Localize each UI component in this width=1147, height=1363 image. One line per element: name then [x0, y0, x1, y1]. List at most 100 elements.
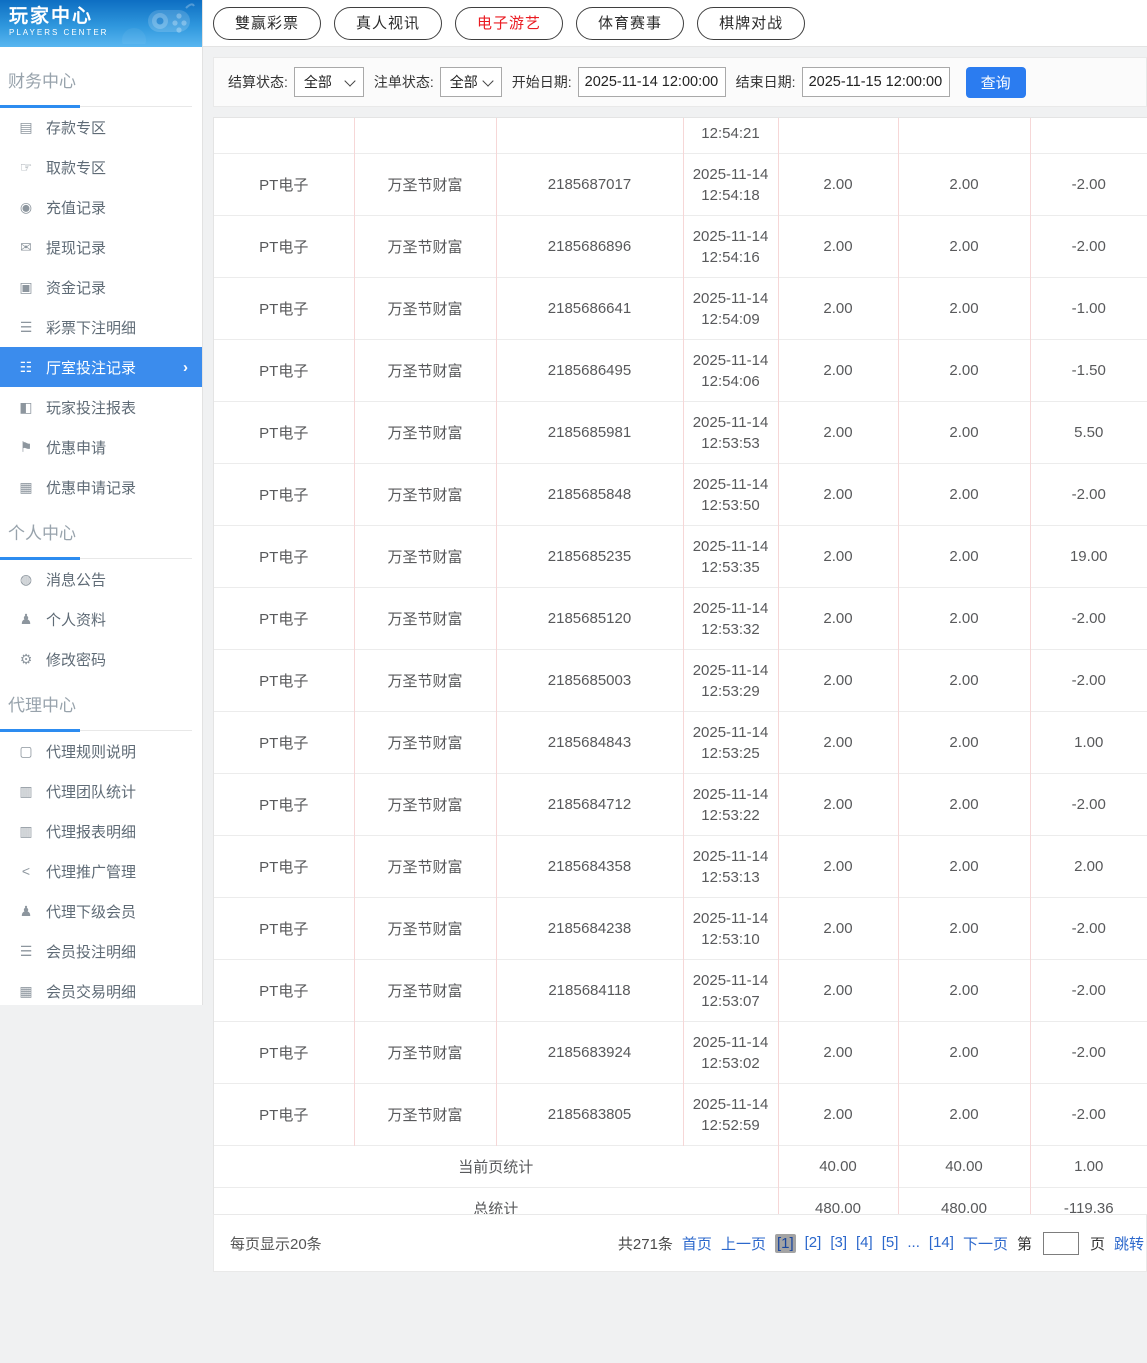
table-row: PT电子 万圣节财富 2185685003 2025-11-14 12:53:29 2.0…	[214, 649, 1147, 712]
sidebar-item-agent-report-details[interactable]: ▥ 代理报表明细	[0, 811, 202, 851]
bet-time-cell: 2025-11-14 12:53:07	[682, 959, 778, 1022]
valid-amount-cell: 2.00	[897, 897, 1030, 960]
end-date-input[interactable]	[801, 67, 950, 97]
bet-amount-cell: 2.00	[777, 401, 898, 464]
sidebar-item-promo-apply-records[interactable]: ▦ 优惠申请记录	[0, 467, 202, 507]
jump-prefix-label: 第	[1016, 1235, 1032, 1253]
game-type-cell: PT电子	[214, 401, 354, 464]
game-name-cell: 万圣节财富	[353, 339, 496, 402]
bet-time-cell: 2025-11-14 12:53:50	[682, 463, 778, 526]
funds-icon: ▣	[19, 278, 33, 295]
bet-time-line: 12:54:09	[701, 310, 760, 328]
bet-time-line: 12:53:07	[701, 992, 760, 1010]
sidebar-item-agent-sub-members[interactable]: ♟ 代理下级会员	[0, 891, 202, 931]
table-row: PT电子 万圣节财富 2185683924 2025-11-14 12:53:02 2.0…	[214, 1021, 1147, 1084]
user-icon: ♟	[19, 610, 33, 627]
sidebar-item-agent-rules[interactable]: ▢ 代理规则说明	[0, 731, 202, 771]
order-status-value: 全部	[449, 74, 478, 90]
bet-date-line: 2025-11-14	[692, 413, 769, 431]
tab-sports[interactable]: 体育赛事	[576, 6, 685, 40]
bet-time-line: 12:54:16	[701, 248, 760, 266]
page-link-5[interactable]: [5]	[882, 1234, 899, 1253]
bet-amount-cell: 2.00	[777, 711, 898, 774]
share-icon: <	[21, 863, 31, 879]
chevron-down-icon	[344, 74, 356, 87]
lottery-list-icon: ☰	[19, 318, 33, 335]
page-link-2[interactable]: [2]	[805, 1234, 822, 1253]
sidebar-item-profile[interactable]: ♟ 个人资料	[0, 599, 202, 639]
bet-time-line: 12:53:25	[701, 744, 760, 762]
per-page-label: 每页显示20条	[230, 1235, 322, 1253]
page-link-14[interactable]: [14]	[929, 1234, 954, 1253]
jump-button[interactable]: 跳转	[1114, 1233, 1144, 1254]
winloss-cell: -2.00	[1029, 587, 1147, 650]
sidebar-item-hall-bet-records[interactable]: ☷ 厅室投注记录 ›	[0, 347, 202, 387]
tab-board-games[interactable]: 棋牌对战	[697, 6, 806, 40]
order-status-select[interactable]: 全部	[439, 67, 502, 97]
sidebar-item-label: 彩票下注明细	[46, 319, 137, 337]
sidebar-item-member-transaction-details[interactable]: ▦ 会员交易明细	[0, 971, 202, 1011]
query-button[interactable]: 查询	[965, 66, 1026, 98]
brand-header: 玩家中心 PLAYERS CENTER	[0, 0, 202, 47]
summary-valid-cell: 40.00	[897, 1145, 1030, 1188]
sidebar-item-promo-apply[interactable]: ⚑ 优惠申请	[0, 427, 202, 467]
sidebar-item-lottery-bet-details[interactable]: ☰ 彩票下注明细	[0, 307, 202, 347]
page-number-links: [1] [2] [3] [4] [5]... [14]	[774, 1233, 954, 1253]
page-link-3[interactable]: [3]	[830, 1234, 847, 1253]
tab-electronic-games[interactable]: 电子游艺	[455, 6, 564, 40]
start-date-label: 开始日期:	[511, 74, 572, 90]
valid-amount-cell: 2.00	[897, 463, 1030, 526]
sidebar-item-messages[interactable]: ◍ 消息公告	[0, 559, 202, 599]
bet-date-line: 2025-11-14	[692, 1095, 769, 1113]
sidebar-item-deposit-zone[interactable]: ▤ 存款专区	[0, 107, 202, 147]
sidebar-item-withdrawal-records[interactable]: ✉ 提现记录	[0, 227, 202, 267]
winloss-cell: 5.50	[1029, 401, 1147, 464]
hall-bet-list-icon: ☷	[19, 358, 33, 375]
bet-time-cell: 2025-11-14 12:53:02	[682, 1021, 778, 1084]
table-row: PT电子 万圣节财富 2185684238 2025-11-14 12:53:10 2.0…	[214, 897, 1147, 960]
sidebar-item-agent-team-stats[interactable]: ▥ 代理团队统计	[0, 771, 202, 811]
settle-status-select[interactable]: 全部	[293, 67, 364, 97]
bet-records-table-card: 12:54:21 PT电子 万圣节财富 2185687017 2025-11-14 12:…	[213, 117, 1147, 1230]
winloss-cell: 2.00	[1029, 835, 1147, 898]
bet-time-cell: 12:54:21	[682, 118, 778, 154]
winloss-cell	[1029, 118, 1147, 154]
pagination-bar: 每页显示20条 共271条 首页 上一页 [1] [2] [3] [4] [5]...[…	[213, 1214, 1147, 1272]
next-page-link[interactable]: 下一页	[963, 1233, 1008, 1254]
bet-time-line: 12:54:21	[701, 125, 760, 142]
table-row: PT电子 万圣节财富 2185684843 2025-11-14 12:53:25 2.0…	[214, 711, 1147, 774]
tab-live-video[interactable]: 真人视讯	[334, 6, 443, 40]
game-name-cell: 万圣节财富	[353, 835, 496, 898]
page-link-1[interactable]: [1]	[774, 1233, 796, 1253]
page-link-4[interactable]: [4]	[856, 1234, 873, 1253]
sidebar-item-label: 优惠申请记录	[46, 479, 137, 497]
start-date-input[interactable]	[577, 67, 726, 97]
bet-time-line: 12:53:22	[701, 806, 760, 824]
bet-amount-cell: 2.00	[777, 959, 898, 1022]
sidebar-item-change-password[interactable]: ⚙ 修改密码	[0, 639, 202, 679]
bet-amount-cell: 2.00	[777, 153, 898, 216]
sidebar-item-label: 代理推广管理	[46, 863, 137, 881]
bet-amount-cell: 2.00	[777, 277, 898, 340]
jump-page-input[interactable]	[1042, 1231, 1079, 1255]
tab-shuangying-lottery[interactable]: 雙赢彩票	[213, 6, 322, 40]
moneybag-icon: ◉	[19, 198, 33, 215]
transaction-icon: ▦	[19, 982, 33, 999]
bet-amount-cell: 2.00	[777, 649, 898, 712]
sidebar-item-player-bet-report[interactable]: ◧ 玩家投注报表	[0, 387, 202, 427]
bet-date-line: 2025-11-14	[692, 661, 769, 679]
sidebar-item-recharge-records[interactable]: ◉ 充值记录	[0, 187, 202, 227]
sidebar-item-funds-records[interactable]: ▣ 资金记录	[0, 267, 202, 307]
sidebar-item-withdraw-zone[interactable]: ☞ 取款专区	[0, 147, 202, 187]
page-summary-row: 当前页统计 40.00 40.00 1.00	[214, 1145, 1147, 1188]
sidebar-item-member-bet-details[interactable]: ☰ 会员投注明细	[0, 931, 202, 971]
bet-time-line: 12:52:59	[701, 1116, 760, 1134]
sidebar-item-agent-promotion[interactable]: < 代理推广管理	[0, 851, 202, 891]
prev-page-link[interactable]: 上一页	[721, 1233, 766, 1254]
game-name-cell	[353, 118, 496, 154]
report-chart-icon: ◧	[19, 398, 33, 415]
first-page-link[interactable]: 首页	[682, 1233, 712, 1254]
bet-date-line: 2025-11-14	[692, 909, 769, 927]
game-name-cell: 万圣节财富	[353, 1021, 496, 1084]
valid-amount-cell: 2.00	[897, 401, 1030, 464]
